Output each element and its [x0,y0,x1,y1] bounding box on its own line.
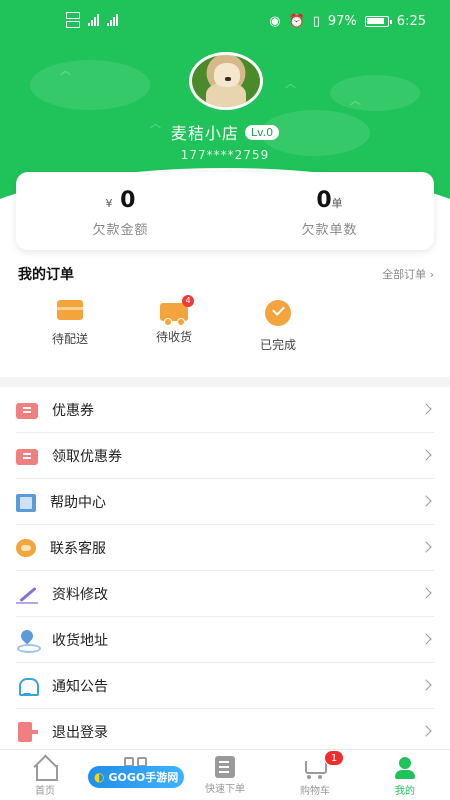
tab-me[interactable]: 我的 [360,750,450,800]
watermark-text: GOGO手游网 [108,771,179,784]
avatar-dog-nose [225,77,231,81]
debt-count-label: 欠款单数 [301,223,358,238]
box-icon [57,300,83,320]
clock: 6:25 [396,14,426,29]
order-status-label: 待收货 [155,330,192,344]
chevron-right-icon [420,495,432,507]
debt-count-value: 0 [316,188,332,213]
shop-name: 麦秸小店 [170,124,239,143]
user-icon [392,756,418,780]
debt-count-unit: 单 [331,197,343,210]
tab-label: 购物车 [300,786,330,797]
signal-icon [107,14,118,26]
bell-icon [16,675,39,697]
menu-item-help-center[interactable]: 帮助中心 [16,479,434,525]
watermark-mark-icon: ◐ [94,770,105,784]
debt-amount[interactable]: ¥ 0 欠款金额 [16,188,225,238]
menu-list: 优惠券 领取优惠券 帮助中心 联系客服 资料修改 收货地址 通知公告 退出登录 [0,387,450,755]
menu-item-label: 退出登录 [52,725,108,741]
menu-item-claim-coupons[interactable]: 领取优惠券 [16,433,434,479]
chevron-right-icon [420,633,432,645]
menu-item-customer-service[interactable]: 联系客服 [16,525,434,571]
menu-item-label: 联系客服 [50,540,106,557]
avatar-dog-head [214,63,240,87]
menu-item-edit-profile[interactable]: 资料修改 [16,571,434,617]
help-book-icon [16,493,36,512]
alarm-icon: ⏰ [288,14,305,29]
menu-item-label: 资料修改 [52,586,108,603]
watermark-logo: ◐ GOGO手游网 [88,766,185,788]
quick-order-icon [215,756,235,778]
coupon-icon [16,403,38,419]
chevron-right-icon [420,403,432,415]
order-status-row: 待配送 4 待收货 已完成 [0,295,450,360]
order-status-label: 已完成 [259,338,296,352]
avatar[interactable] [189,52,263,110]
phone-number: 177****2759 [180,148,270,162]
status-bar: ◉ ⏰ ▯ 97% 6:25 [0,0,450,44]
debt-card: ¥ 0 欠款金额 0单 欠款单数 [16,172,434,250]
menu-item-label: 领取优惠券 [52,448,122,465]
tab-label: 快速下单 [205,784,245,795]
edit-pen-icon [16,583,38,605]
tab-home[interactable]: 首页 [0,750,90,800]
avatar-dog-body [206,83,246,107]
tab-label: 我的 [395,786,415,797]
chevron-right-icon [420,587,432,599]
bottom-tab-bar: 首页 快速下单 1 购物车 我的 [0,749,450,800]
order-status-completed[interactable]: 已完成 [238,300,318,353]
decor-bird-icon: ︿ [350,94,361,107]
decor-hill [330,75,420,111]
battery-icon [364,16,392,27]
check-circle-icon [265,300,291,326]
order-status-pending-delivery[interactable]: 待配送 [30,300,110,347]
vibrate-icon: ▯ [312,14,320,29]
order-status-label: 待配送 [51,332,88,346]
cart-icon: 1 [302,750,344,780]
menu-item-shipping-address[interactable]: 收货地址 [16,617,434,663]
battery-percent: 97% [327,14,357,29]
menu-item-notices[interactable]: 通知公告 [16,663,434,709]
order-status-pending-receipt[interactable]: 4 待收货 [134,295,214,345]
chevron-right-icon [420,449,432,461]
logout-icon [18,722,38,742]
name-row: 麦秸小店 Lv.0 [0,120,450,144]
eye-icon: ◉ [269,14,281,29]
cart-count-badge: 1 [324,750,344,766]
tab-label: 首页 [35,786,55,797]
level-badge: Lv.0 [244,124,280,140]
debt-amount-label: 欠款金额 [92,223,149,238]
section-divider [0,377,450,387]
sim-icon [66,12,80,28]
tab-cart[interactable]: 1 购物车 [270,750,360,800]
chevron-right-icon [420,725,432,737]
menu-item-label: 通知公告 [52,678,108,695]
customer-service-icon [16,538,36,557]
currency-symbol: ¥ [105,197,113,210]
chevron-right-icon [420,541,432,553]
decor-bird-icon: ︿ [60,64,71,77]
menu-item-label: 优惠券 [52,402,94,419]
menu-item-coupons[interactable]: 优惠券 [16,387,434,433]
orders-title: 我的订单 [18,267,74,283]
menu-item-label: 收货地址 [52,632,108,649]
chevron-right-icon [420,679,432,691]
home-icon [32,756,58,781]
debt-amount-value: 0 [120,188,136,213]
truck-icon: 4 [160,295,194,326]
all-orders-link[interactable]: 全部订单 › [382,266,434,282]
debt-count[interactable]: 0单 欠款单数 [225,188,434,238]
order-count-badge: 4 [182,295,194,307]
tab-quick-order[interactable]: 快速下单 [180,750,270,800]
decor-hill [30,60,150,110]
coupon-icon [16,449,38,465]
orders-header: 我的订单 全部订单 › [18,264,434,284]
decor-bird-icon: ︿ [285,77,296,90]
signal-icon [88,14,99,26]
menu-item-label: 帮助中心 [50,494,106,511]
location-pin-icon [16,629,41,653]
